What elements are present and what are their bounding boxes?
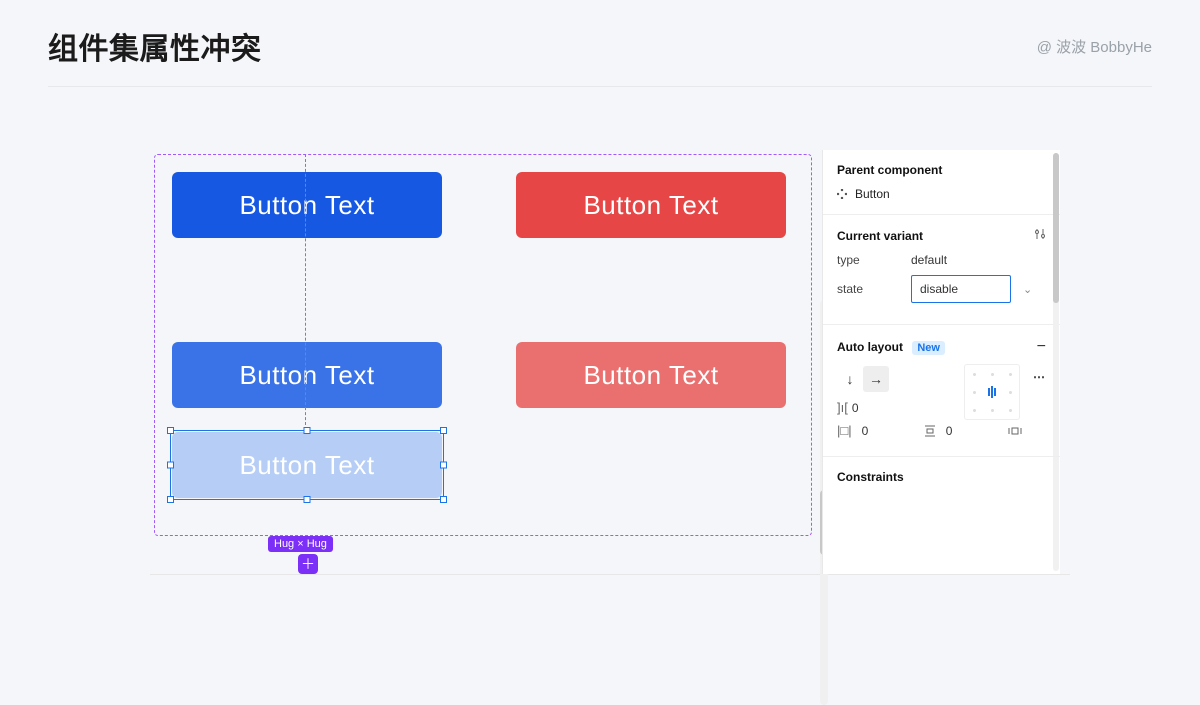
button-variant-default[interactable]: Button Text: [172, 172, 442, 238]
button-variant-disabled[interactable]: Button Text: [172, 432, 442, 498]
author-credit: @ 波波 BobbyHe: [1037, 36, 1152, 57]
independent-padding-icon[interactable]: [1008, 425, 1022, 437]
parent-component-section: Parent component Button: [823, 150, 1060, 215]
padding-vertical-input[interactable]: 0: [946, 424, 953, 438]
remove-auto-layout-button[interactable]: −: [1037, 338, 1046, 356]
current-variant-title: Current variant: [837, 229, 923, 243]
constraints-title: Constraints: [837, 470, 904, 484]
current-variant-section: Current variant type default state disab…: [823, 215, 1060, 325]
auto-layout-title: Auto layout: [837, 340, 903, 354]
auto-layout-section: Auto layout New − ↓ → ⋯ ]ı[ 0: [823, 325, 1060, 457]
button-variant-danger[interactable]: Button Text: [516, 172, 786, 238]
button-variant-default-hover[interactable]: Button Text: [172, 342, 442, 408]
page-title: 组件集属性冲突: [48, 24, 262, 68]
gap-input[interactable]: 0: [852, 401, 859, 415]
variant-type-value[interactable]: default: [911, 253, 947, 267]
padding-horizontal-icon: |□|: [837, 423, 852, 438]
padding-vertical-icon: [924, 425, 936, 437]
button-variant-danger-hover[interactable]: Button Text: [516, 342, 786, 408]
direction-horizontal-button[interactable]: →: [863, 366, 889, 392]
workspace: Button Text Button Text Button Text Butt…: [150, 150, 1070, 575]
new-badge: New: [912, 341, 945, 355]
sliders-icon[interactable]: [1034, 228, 1046, 243]
more-options-icon[interactable]: ⋯: [1033, 370, 1046, 384]
inspector-panel: Parent component Button Current variant …: [822, 150, 1060, 574]
padding-horizontal-input[interactable]: 0: [862, 424, 869, 438]
constraints-section: Constraints: [823, 457, 1060, 501]
add-variant-button[interactable]: ＋: [298, 554, 318, 574]
canvas-area[interactable]: Button Text Button Text Button Text Butt…: [150, 150, 822, 574]
component-icon: [837, 189, 847, 199]
chevron-down-icon[interactable]: ⌄: [1023, 283, 1032, 296]
variant-state-select[interactable]: disable: [911, 275, 1011, 303]
variant-type-label: type: [837, 253, 911, 267]
parent-component-name[interactable]: Button: [855, 187, 890, 201]
gap-icon: ]ı[: [837, 400, 848, 415]
parent-component-title: Parent component: [837, 163, 942, 177]
header-divider: [48, 86, 1152, 87]
variant-state-label: state: [837, 282, 911, 296]
size-badge: Hug × Hug: [268, 536, 333, 552]
direction-vertical-button[interactable]: ↓: [837, 366, 863, 392]
